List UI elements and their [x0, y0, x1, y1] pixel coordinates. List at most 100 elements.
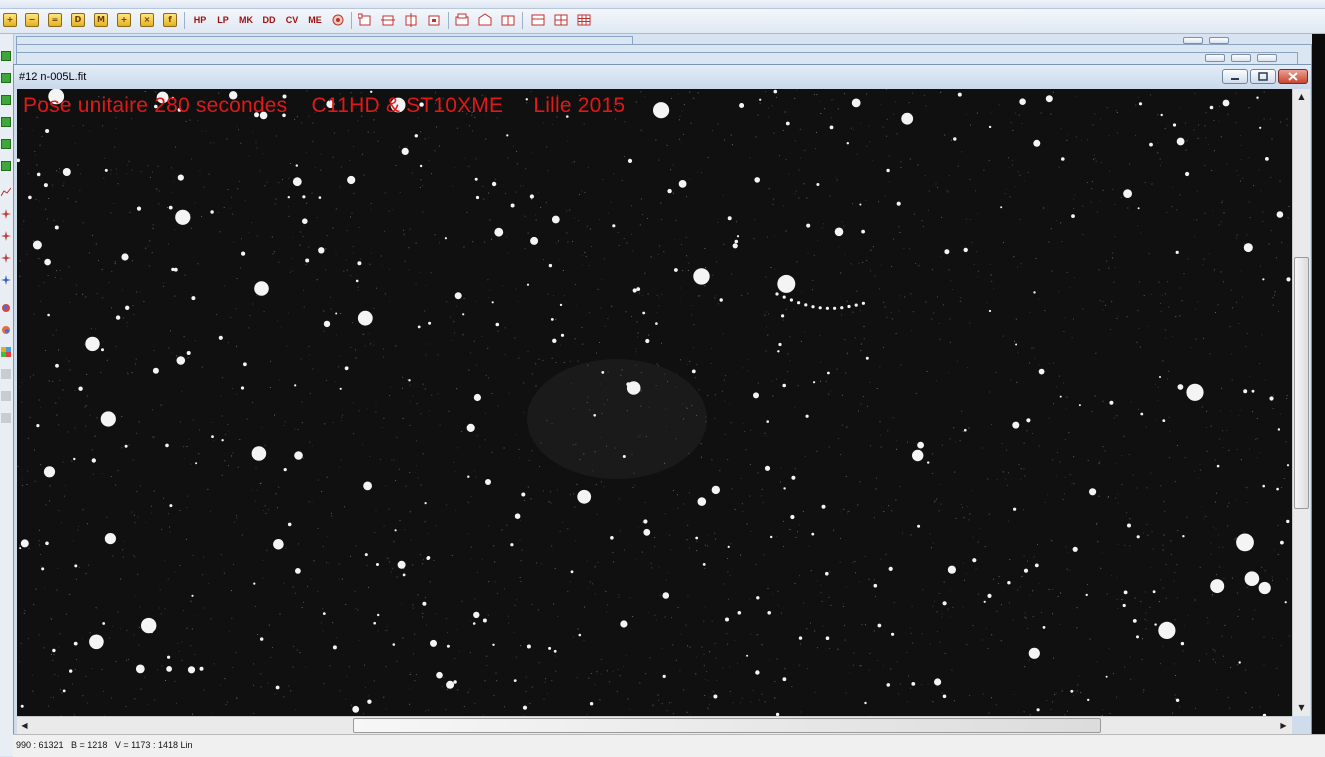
star-point: [319, 196, 322, 199]
minus-icon[interactable]: −: [25, 13, 39, 27]
star-point: [427, 556, 431, 560]
star-point: [610, 536, 614, 540]
star-point: [1123, 189, 1132, 198]
star-tool-icon[interactable]: [1, 275, 11, 285]
window-icon[interactable]: [501, 13, 515, 27]
star-point: [17, 159, 20, 163]
star-point: [917, 525, 920, 528]
mask-icon[interactable]: M: [94, 13, 108, 27]
frame-icon[interactable]: [427, 13, 441, 27]
vertical-scrollbar[interactable]: ▲ ▼: [1292, 89, 1310, 716]
window-icon[interactable]: [478, 13, 492, 27]
star-point: [633, 288, 637, 292]
star-point: [1177, 138, 1185, 146]
star-point: [151, 631, 153, 633]
star-point: [806, 415, 809, 418]
plus-icon[interactable]: +: [3, 13, 17, 27]
astronomical-image[interactable]: Pose unitaire 280 secondes C11HD & ST10X…: [17, 89, 1292, 716]
star-point: [1265, 157, 1269, 161]
color-tool-icon[interactable]: [1, 303, 11, 313]
star-point: [1210, 579, 1224, 593]
minimize-icon[interactable]: [1183, 37, 1203, 44]
star-point: [1217, 465, 1220, 468]
star-point: [987, 594, 991, 598]
star-point: [663, 675, 666, 678]
grid-icon[interactable]: [577, 13, 591, 27]
green-tool-icon[interactable]: [1, 95, 11, 105]
star-point: [506, 134, 508, 136]
maximize-icon[interactable]: [1209, 37, 1229, 44]
star-point: [1046, 95, 1053, 102]
cv-button[interactable]: CV: [282, 13, 302, 27]
add-icon[interactable]: +: [117, 13, 131, 27]
color-tool-icon[interactable]: [1, 325, 11, 335]
maximize-button[interactable]: [1250, 69, 1276, 84]
star-point: [775, 292, 778, 295]
star-point: [712, 486, 720, 494]
star-point: [483, 619, 487, 623]
window-titlebar[interactable]: #12 n-005L.fit: [14, 65, 1311, 89]
star-point: [324, 321, 330, 327]
star-point: [445, 237, 447, 239]
star-tool-icon[interactable]: [1, 231, 11, 241]
multiply-icon[interactable]: ×: [140, 13, 154, 27]
scroll-up-arrow[interactable]: ▲: [1294, 89, 1309, 104]
star-point: [1015, 344, 1017, 346]
star-tool-icon[interactable]: [1, 253, 11, 263]
star-point: [63, 690, 66, 693]
grid-icon[interactable]: [554, 13, 568, 27]
gear-icon[interactable]: [331, 13, 345, 27]
doc-icon[interactable]: D: [71, 13, 85, 27]
minimize-button[interactable]: [1222, 69, 1248, 84]
scroll-down-arrow[interactable]: ▼: [1294, 700, 1309, 715]
dd-button[interactable]: DD: [259, 13, 279, 27]
star-point: [855, 304, 858, 307]
star-point: [1276, 488, 1279, 491]
star-point: [335, 313, 337, 315]
star-point: [165, 444, 169, 448]
star-point: [92, 458, 96, 462]
close-icon[interactable]: [1257, 54, 1277, 62]
star-point: [720, 298, 723, 301]
star-point: [806, 224, 810, 228]
lp-button[interactable]: LP: [213, 13, 233, 27]
chart-tool-icon[interactable]: [1, 187, 11, 197]
window-icon[interactable]: [455, 13, 469, 27]
grid-icon[interactable]: [531, 13, 545, 27]
equals-icon[interactable]: =: [48, 13, 62, 27]
green-tool-icon[interactable]: [1, 73, 11, 83]
star-point: [296, 164, 298, 166]
green-tool-icon[interactable]: [1, 139, 11, 149]
green-tool-icon[interactable]: [1, 51, 11, 61]
me-button[interactable]: ME: [305, 13, 325, 27]
green-tool-icon[interactable]: [1, 161, 11, 171]
hp-button[interactable]: HP: [190, 13, 210, 27]
star-point: [777, 275, 795, 293]
star-point: [1178, 384, 1184, 390]
palette-icon[interactable]: [1, 347, 11, 357]
star-tool-icon[interactable]: [1, 209, 11, 219]
star-point: [643, 529, 650, 536]
star-point: [101, 411, 116, 426]
star-point: [859, 204, 861, 206]
horizontal-scroll-thumb[interactable]: [353, 718, 1101, 733]
green-tool-icon[interactable]: [1, 117, 11, 127]
frame-icon[interactable]: [404, 13, 418, 27]
mk-button[interactable]: MK: [236, 13, 256, 27]
close-button[interactable]: [1278, 69, 1308, 84]
star-point: [121, 253, 128, 260]
scroll-left-arrow[interactable]: ◀: [17, 718, 32, 733]
star-point: [943, 695, 947, 699]
horizontal-scrollbar[interactable]: ◀ ▶: [17, 716, 1292, 734]
vertical-scroll-thumb[interactable]: [1294, 257, 1309, 509]
scroll-right-arrow[interactable]: ▶: [1276, 718, 1291, 733]
maximize-icon[interactable]: [1231, 54, 1251, 62]
function-icon[interactable]: f: [163, 13, 177, 27]
star-point: [284, 468, 287, 471]
frame-icon[interactable]: [381, 13, 395, 27]
star-point: [105, 169, 108, 172]
frame-icon[interactable]: [358, 13, 372, 27]
image-caption: Pose unitaire 280 secondes C11HD & ST10X…: [23, 94, 625, 118]
minimize-icon[interactable]: [1205, 54, 1225, 62]
star-point: [492, 301, 494, 303]
